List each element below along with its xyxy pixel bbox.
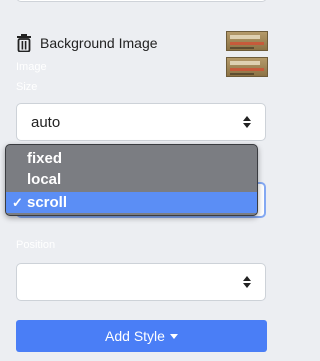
select-arrows-icon xyxy=(243,276,251,288)
image-label: Image xyxy=(16,61,47,73)
background-image-thumbnail-secondary[interactable] xyxy=(226,57,268,77)
add-style-button[interactable]: Add Style xyxy=(16,320,267,352)
option-label: local xyxy=(27,171,62,188)
attachment-option-scroll[interactable]: ✓ scroll xyxy=(6,192,257,213)
position-select[interactable] xyxy=(16,263,266,301)
size-select-value: auto xyxy=(31,114,61,131)
select-arrows-icon xyxy=(243,116,251,128)
attachment-option-local[interactable]: local xyxy=(6,169,257,190)
caret-down-icon xyxy=(169,333,178,339)
size-select[interactable]: auto xyxy=(16,103,266,141)
background-image-header: Background Image xyxy=(16,33,158,53)
size-label: Size xyxy=(16,81,38,93)
position-label: Position xyxy=(16,239,56,251)
previous-panel-box xyxy=(16,0,267,2)
add-style-label: Add Style xyxy=(105,328,165,344)
background-image-title: Background Image xyxy=(40,35,158,51)
checkmark-icon: ✓ xyxy=(12,195,23,210)
attachment-option-fixed[interactable]: fixed xyxy=(6,148,257,169)
option-label: fixed xyxy=(27,150,63,167)
background-image-thumbnail[interactable] xyxy=(226,31,268,51)
trash-icon[interactable] xyxy=(16,34,32,52)
attachment-dropdown-menu: fixed local ✓ scroll xyxy=(5,144,258,216)
option-label: scroll xyxy=(27,194,68,211)
